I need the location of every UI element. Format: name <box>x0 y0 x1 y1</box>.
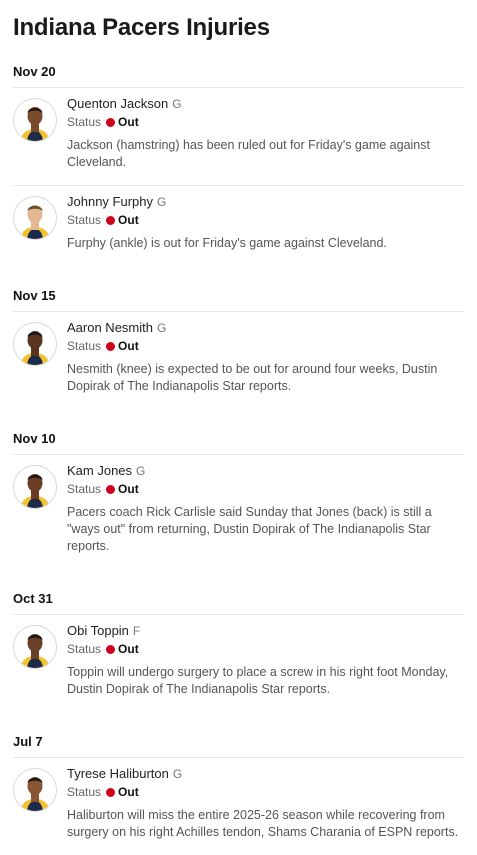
injury-info: Johnny Furphy G Status Out Furphy (ankle) is… <box>67 194 464 252</box>
injuries-page: Indiana Pacers Injuries Nov 20 Quenton Ja… <box>0 0 477 855</box>
player-position: G <box>172 97 182 111</box>
injury-entry[interactable]: Quenton Jackson G Status Out Jackson (hamstr… <box>13 88 464 186</box>
status-dot-icon <box>106 484 116 494</box>
status-label: Status <box>67 482 102 496</box>
player-name[interactable]: Obi Toppin <box>67 623 129 638</box>
status-value: Out <box>118 642 139 656</box>
player-position: G <box>157 195 167 209</box>
status-dot-icon <box>106 341 116 351</box>
injury-date-group: Nov 10 Kam Jones G Status Out Pacers coach Ri… <box>13 429 464 569</box>
player-headshot[interactable] <box>13 196 57 240</box>
status-dot-icon <box>106 644 116 654</box>
status-dot-icon <box>106 787 116 797</box>
status-value: Out <box>118 339 139 353</box>
player-name-row: Quenton Jackson G <box>67 96 464 112</box>
date-heading: Nov 10 <box>13 429 464 455</box>
status-row: Status Out <box>67 641 464 657</box>
status-dot-icon <box>106 215 116 225</box>
player-name[interactable]: Aaron Nesmith <box>67 320 153 335</box>
status-row: Status Out <box>67 784 464 800</box>
status-label: Status <box>67 785 102 799</box>
player-position: G <box>136 464 146 478</box>
status-label: Status <box>67 115 102 129</box>
injury-note: Haliburton will miss the entire 2025-26 … <box>67 808 459 839</box>
player-name-row: Obi Toppin F <box>67 623 464 639</box>
player-name[interactable]: Tyrese Haliburton <box>67 766 169 781</box>
player-headshot[interactable] <box>13 98 57 142</box>
date-heading: Nov 15 <box>13 286 464 312</box>
injury-note: Jackson (hamstring) has been ruled out f… <box>67 138 430 169</box>
injury-entry[interactable]: Aaron Nesmith G Status Out Nesmith (knee) is… <box>13 312 464 409</box>
page-title: Indiana Pacers Injuries <box>13 14 270 41</box>
injury-info: Kam Jones G Status Out Pacers coach Rick Car… <box>67 463 464 555</box>
player-headshot[interactable] <box>13 768 57 812</box>
injury-entry[interactable]: Obi Toppin F Status Out Toppin will undergo … <box>13 615 464 712</box>
player-name[interactable]: Johnny Furphy <box>67 194 153 209</box>
injury-entry[interactable]: Tyrese Haliburton G Status Out Haliburton wi… <box>13 758 464 855</box>
player-name-row: Johnny Furphy G <box>67 194 464 210</box>
injury-date-group: Oct 31 Obi Toppin F Status Out Toppin will un… <box>13 589 464 712</box>
date-heading: Jul 7 <box>13 732 464 758</box>
status-row: Status Out <box>67 481 464 497</box>
player-position: F <box>132 624 141 638</box>
date-heading: Nov 20 <box>13 62 464 88</box>
status-value: Out <box>118 213 139 227</box>
date-heading: Oct 31 <box>13 589 464 615</box>
status-label: Status <box>67 213 102 227</box>
status-value: Out <box>118 785 139 799</box>
player-position: G <box>172 767 183 781</box>
status-row: Status Out <box>67 212 464 228</box>
player-name-row: Aaron Nesmith G <box>67 320 464 336</box>
injury-info: Quenton Jackson G Status Out Jackson (hamstr… <box>67 96 464 171</box>
status-label: Status <box>67 339 102 353</box>
player-name[interactable]: Quenton Jackson <box>67 96 168 111</box>
injury-entry[interactable]: Johnny Furphy G Status Out Furphy (ankle) is… <box>13 186 464 266</box>
status-dot-icon <box>106 117 116 127</box>
player-name-row: Tyrese Haliburton G <box>67 766 464 782</box>
injury-info: Obi Toppin F Status Out Toppin will undergo … <box>67 623 464 698</box>
injury-note: Nesmith (knee) is expected to be out for… <box>67 362 438 393</box>
player-headshot[interactable] <box>13 465 57 509</box>
injury-entry[interactable]: Kam Jones G Status Out Pacers coach Rick Car… <box>13 455 464 569</box>
player-name-row: Kam Jones G <box>67 463 464 479</box>
player-headshot[interactable] <box>13 625 57 669</box>
player-headshot[interactable] <box>13 322 57 366</box>
injury-note: Toppin will undergo surgery to place a s… <box>67 665 449 696</box>
injury-groups: Nov 20 Quenton Jackson G Status Out Jackson (… <box>13 62 464 855</box>
status-label: Status <box>67 642 102 656</box>
injury-date-group: Nov 20 Quenton Jackson G Status Out Jackson (… <box>13 62 464 266</box>
player-position: G <box>156 321 167 335</box>
injury-note: Furphy (ankle) is out for Friday's game … <box>67 236 387 250</box>
status-value: Out <box>118 115 139 129</box>
status-row: Status Out <box>67 114 464 130</box>
injury-date-group: Jul 7 Tyrese Haliburton G Status Out Haliburt… <box>13 732 464 855</box>
player-name[interactable]: Kam Jones <box>67 463 132 478</box>
injury-info: Aaron Nesmith G Status Out Nesmith (knee) is… <box>67 320 464 395</box>
injury-info: Tyrese Haliburton G Status Out Haliburton wi… <box>67 766 464 841</box>
injury-note: Pacers coach Rick Carlisle said Sunday t… <box>67 505 432 553</box>
status-value: Out <box>118 482 139 496</box>
injury-date-group: Nov 15 Aaron Nesmith G Status Out Nesmith (kn… <box>13 286 464 409</box>
status-row: Status Out <box>67 338 464 354</box>
